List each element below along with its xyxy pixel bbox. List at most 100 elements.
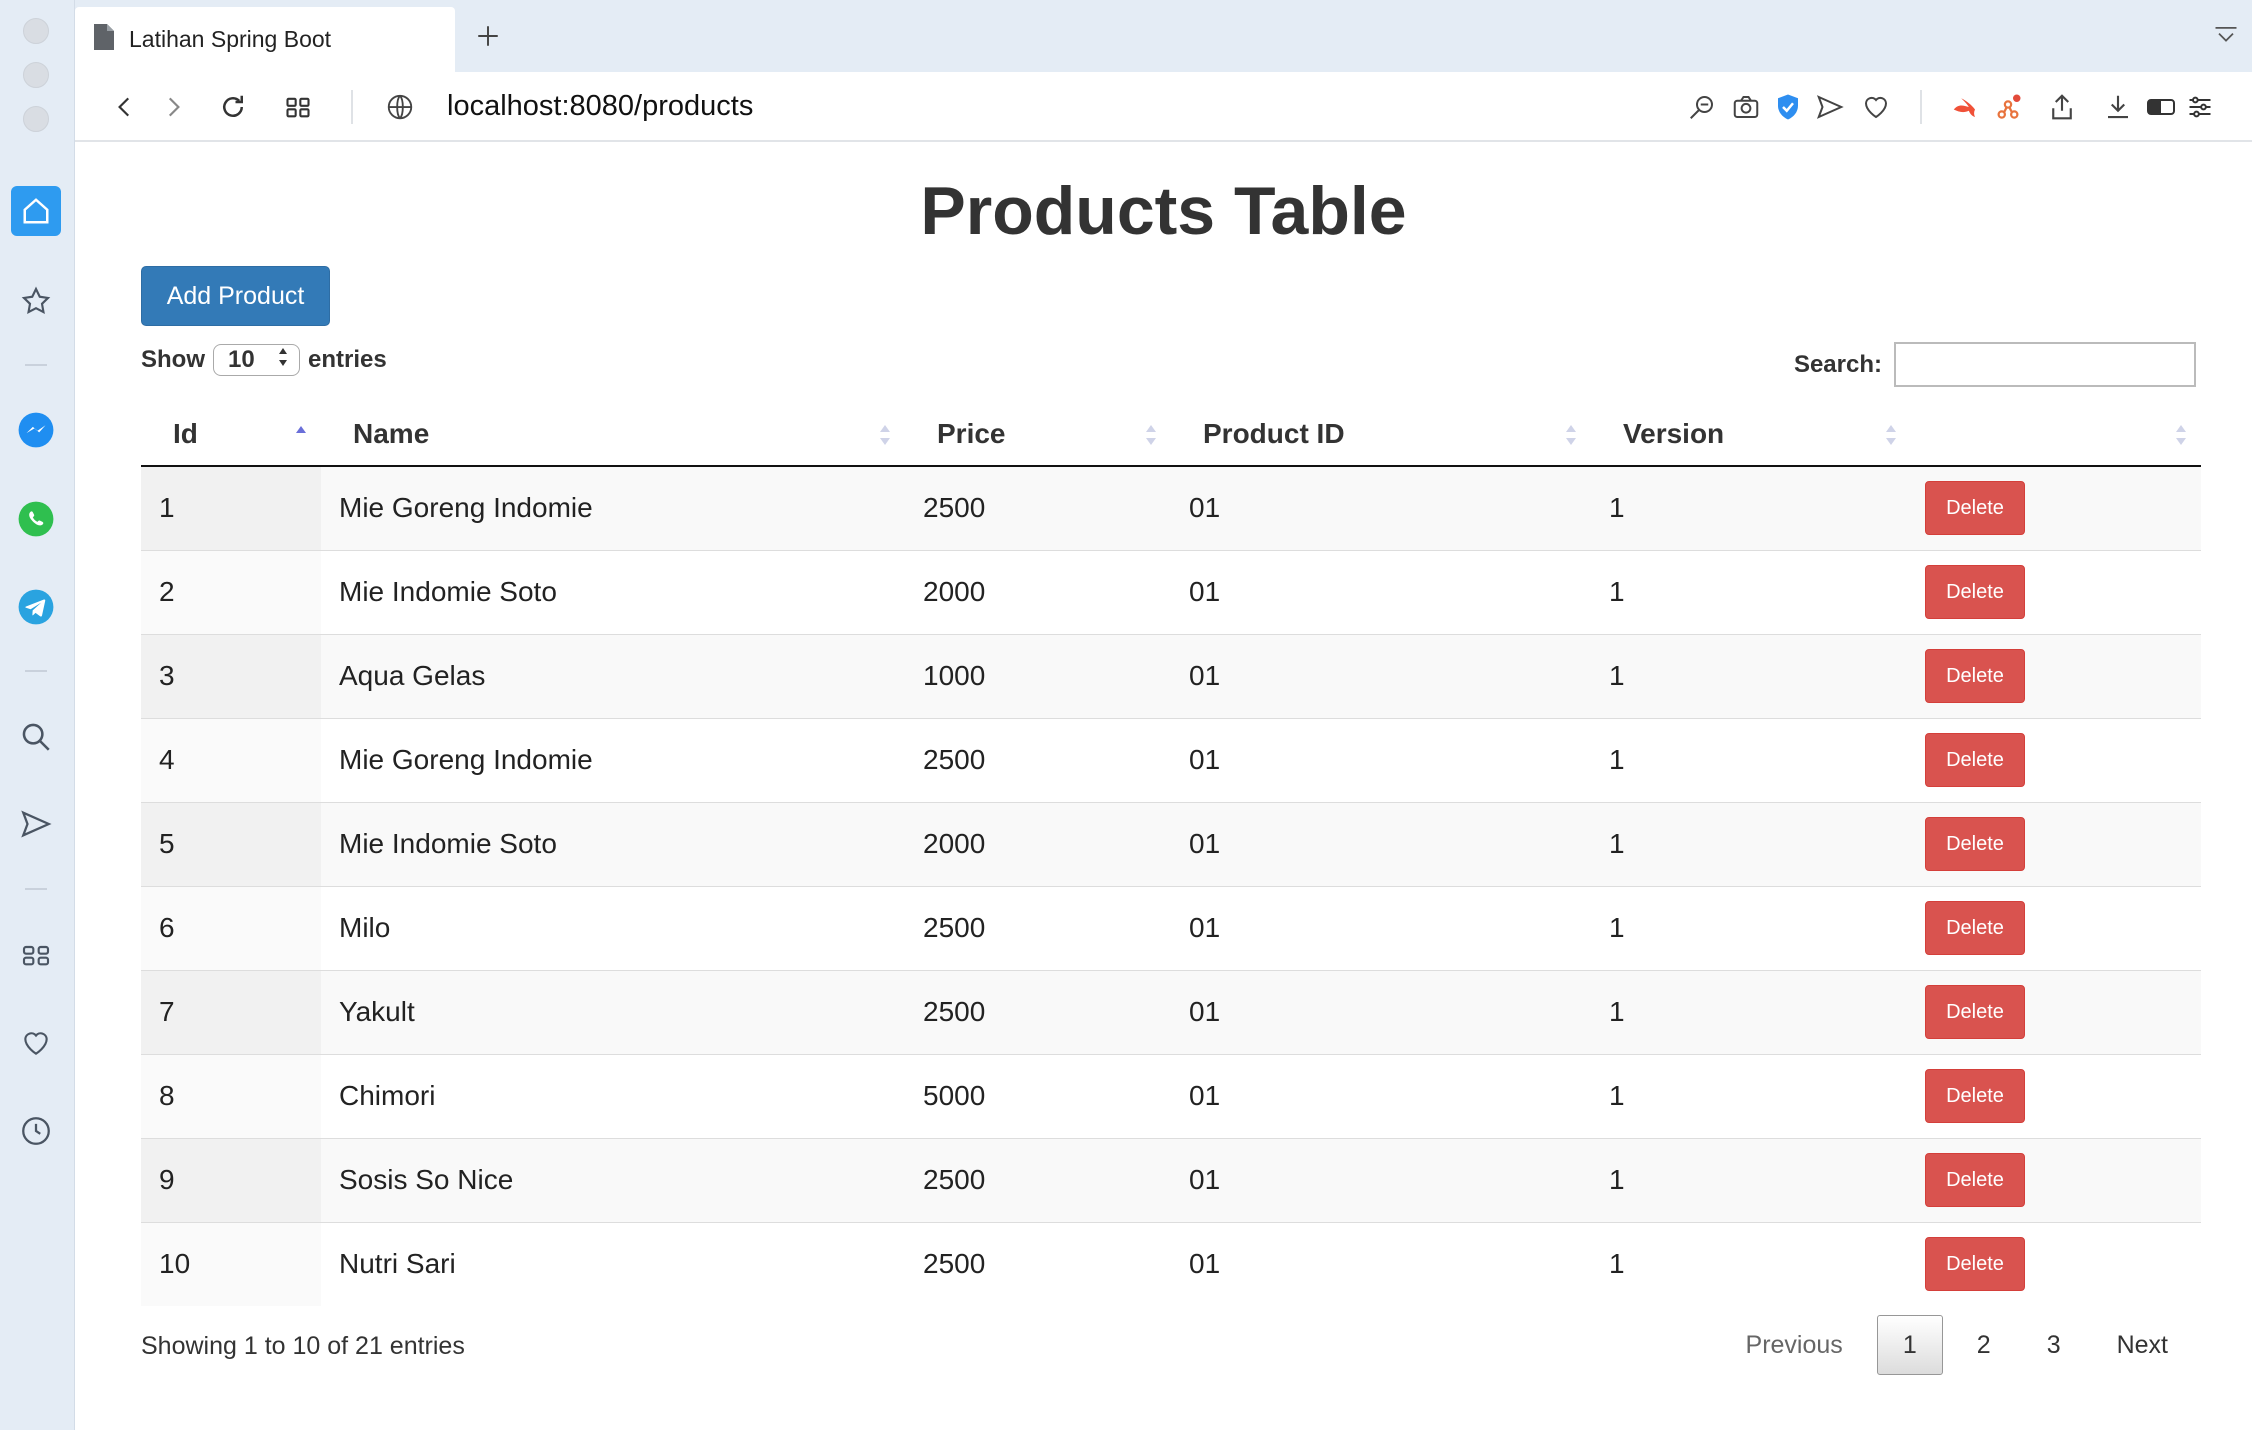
cell-id: 1 <box>141 466 321 550</box>
url-field[interactable]: localhost:8080/products <box>447 90 753 123</box>
back-arrow-icon[interactable] <box>107 89 143 125</box>
cell-price: 2500 <box>905 1221 1171 1306</box>
page-button-2[interactable]: 2 <box>1949 1315 2019 1375</box>
window-minimize-dot[interactable] <box>23 62 49 88</box>
cell-product-id: 01 <box>1171 885 1591 970</box>
cell-name: Aqua Gelas <box>321 633 905 718</box>
download-icon[interactable] <box>2100 89 2136 125</box>
cell-name: Nutri Sari <box>321 1221 905 1306</box>
star-icon[interactable] <box>11 276 61 326</box>
column-header-label: Version <box>1623 417 1725 449</box>
cell-price: 5000 <box>905 1053 1171 1138</box>
battery-toggle-icon[interactable] <box>2144 89 2180 125</box>
delete-button[interactable]: Delete <box>1925 1237 2025 1292</box>
column-header-actions[interactable] <box>1911 402 2201 467</box>
column-header-product-id[interactable]: Product ID <box>1171 402 1591 467</box>
previous-page-button[interactable]: Previous <box>1718 1315 1871 1375</box>
cell-product-id: 01 <box>1171 1137 1591 1222</box>
cell-version: 1 <box>1591 1221 1911 1306</box>
delete-button[interactable]: Delete <box>1925 817 2025 871</box>
table-row: 8 Chimori 5000 01 1 Delete <box>141 1053 2201 1138</box>
forward-arrow-icon[interactable] <box>155 89 191 125</box>
pagination: Previous 1 2 3 Next <box>1718 1315 2196 1375</box>
page-button-3[interactable]: 3 <box>2019 1315 2089 1375</box>
home-icon[interactable] <box>11 186 61 236</box>
whatsapp-icon[interactable] <box>11 494 61 544</box>
history-clock-icon[interactable] <box>11 1106 61 1156</box>
new-tab-plus-icon[interactable] <box>470 18 506 54</box>
shield-check-icon[interactable] <box>1770 89 1806 125</box>
next-page-button[interactable]: Next <box>2089 1315 2196 1375</box>
apps-grid-icon[interactable] <box>11 930 61 980</box>
table-row: 2 Mie Indomie Soto 2000 01 1 Delete <box>141 549 2201 634</box>
cell-version: 1 <box>1591 549 1911 634</box>
swift-extension-icon[interactable] <box>1947 89 1983 125</box>
send-arrow-icon[interactable] <box>1812 89 1848 125</box>
extension-puzzle-icon[interactable] <box>1990 89 2026 125</box>
cell-id: 3 <box>141 633 321 718</box>
reload-icon[interactable] <box>215 89 251 125</box>
send-icon[interactable] <box>11 799 61 849</box>
add-product-button[interactable]: Add Product <box>141 266 330 326</box>
delete-button[interactable]: Delete <box>1925 901 2025 955</box>
window-zoom-dot[interactable] <box>23 106 49 132</box>
sort-ascending-icon <box>296 426 306 433</box>
cell-version: 1 <box>1591 1137 1911 1222</box>
cell-actions: Delete <box>1911 1221 2201 1306</box>
cell-product-id: 01 <box>1171 549 1591 634</box>
heart-outline-icon[interactable] <box>1858 89 1894 125</box>
cell-id: 10 <box>141 1221 321 1306</box>
document-icon <box>93 23 115 56</box>
search-input[interactable] <box>1894 342 2196 387</box>
telegram-icon[interactable] <box>11 582 61 632</box>
share-icon[interactable] <box>2044 89 2080 125</box>
column-header-version[interactable]: Version <box>1591 402 1911 467</box>
show-label: Show <box>141 346 205 373</box>
sort-both-icon <box>2176 425 2186 445</box>
globe-icon[interactable] <box>382 89 418 125</box>
column-header-price[interactable]: Price <box>905 402 1171 467</box>
delete-button[interactable]: Delete <box>1925 1069 2025 1123</box>
active-tab[interactable]: Latihan Spring Boot <box>75 7 455 72</box>
cell-id: 9 <box>141 1137 321 1222</box>
camera-icon[interactable] <box>1728 89 1764 125</box>
window-close-dot[interactable] <box>23 18 49 44</box>
heart-icon[interactable] <box>11 1018 61 1068</box>
settings-sliders-icon[interactable] <box>2182 89 2218 125</box>
column-header-label: Id <box>173 417 198 449</box>
cell-id: 4 <box>141 717 321 802</box>
column-header-name[interactable]: Name <box>321 402 905 467</box>
column-header-label: Name <box>353 417 430 449</box>
cell-version: 1 <box>1591 1053 1911 1138</box>
sort-both-icon <box>1566 425 1576 445</box>
search-icon[interactable] <box>11 712 61 762</box>
column-header-id[interactable]: Id <box>141 402 321 467</box>
delete-button[interactable]: Delete <box>1925 1153 2025 1207</box>
cell-price: 2500 <box>905 1137 1171 1222</box>
delete-button[interactable]: Delete <box>1925 481 2025 536</box>
entries-length-control: Show 10 entries <box>141 344 387 376</box>
delete-button[interactable]: Delete <box>1925 565 2025 619</box>
delete-button[interactable]: Delete <box>1925 985 2025 1039</box>
entries-select[interactable]: 10 <box>213 344 300 376</box>
page-button-1[interactable]: 1 <box>1876 1315 1943 1375</box>
delete-button[interactable]: Delete <box>1925 733 2025 787</box>
select-arrows-icon <box>277 346 289 375</box>
cell-name: Mie Indomie Soto <box>321 549 905 634</box>
search-label: Search: <box>1793 350 1882 378</box>
cell-name: Sosis So Nice <box>321 1137 905 1222</box>
browser-sidebar <box>0 0 75 1430</box>
delete-button[interactable]: Delete <box>1925 649 2025 703</box>
cell-version: 1 <box>1591 717 1911 802</box>
cell-product-id: 01 <box>1171 466 1591 550</box>
zoom-search-icon[interactable] <box>1684 89 1720 125</box>
sidebar-divider <box>25 670 47 672</box>
tab-grid-icon[interactable] <box>280 89 316 125</box>
cell-product-id: 01 <box>1171 801 1591 886</box>
cell-version: 1 <box>1591 466 1911 550</box>
cell-version: 1 <box>1591 801 1911 886</box>
messenger-icon[interactable] <box>11 405 61 455</box>
table-row: 9 Sosis So Nice 2500 01 1 Delete <box>141 1137 2201 1222</box>
tab-menu-icon[interactable] <box>2212 22 2240 55</box>
column-header-label: Product ID <box>1203 417 1345 449</box>
